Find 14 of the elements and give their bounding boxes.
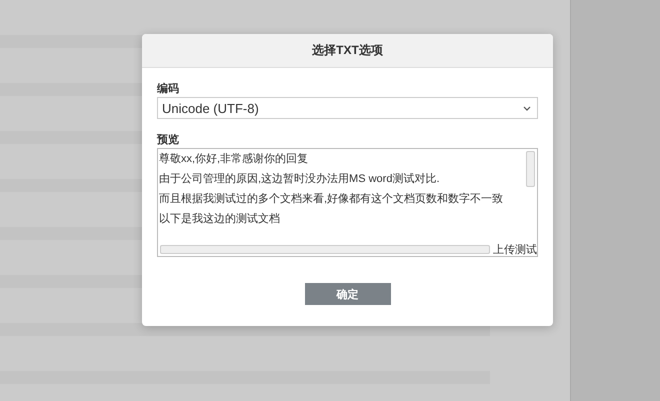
- encoding-select[interactable]: Unicode (UTF-8): [157, 97, 538, 119]
- caret-icon: [523, 106, 531, 110]
- horizontal-scrollbar[interactable]: [160, 244, 490, 254]
- preview-line: 上传测试: [492, 242, 537, 256]
- field-label: 编码: [157, 82, 179, 96]
- preview-line: 而且根据我测试过的多个文档来看,好像都有这个文档页数和数字不一致: [159, 193, 504, 205]
- preview-line: 以下是我这边的测试文档: [159, 213, 280, 225]
- field-label: 预览: [157, 133, 179, 147]
- vertical-scrollbar[interactable]: [526, 151, 535, 187]
- preview-line: 由于公司管理的原因,这边暂时没办法用MS word测试对比.: [159, 173, 440, 185]
- confirm-button[interactable]: 确定: [304, 283, 390, 305]
- dialog-title: 选择TXT选项: [312, 42, 383, 59]
- preview-line: 尊敬xx,你好,非常感谢你的回复: [159, 153, 308, 165]
- preview-text-area[interactable]: 尊敬xx,你好,非常感谢你的回复 由于公司管理的原因,这边暂时没办法用MS word测试对比. 而且根据我测试过的多个文档来看,好像都有这个文档页数和数字不一致 以下是我这边的测试文档 上传测试: [157, 148, 538, 257]
